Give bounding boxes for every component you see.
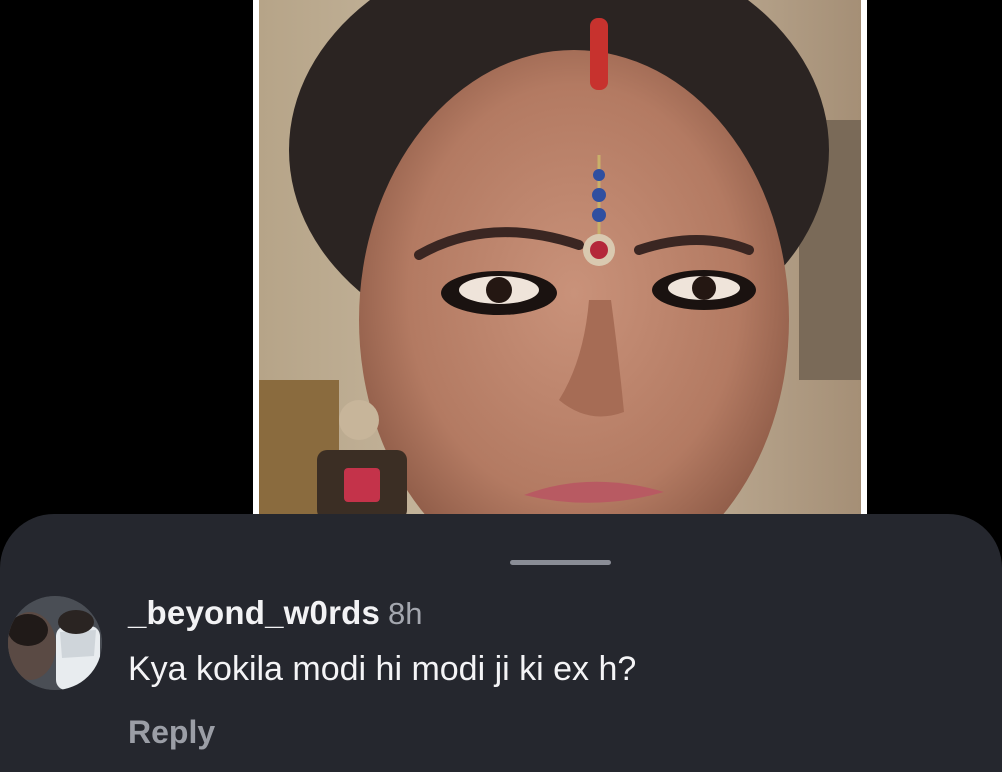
comment-text: Kya kokila modi hi modi ji ki ex h?	[128, 650, 637, 688]
comment-item: _beyond_w0rds 8h Kya kokila modi hi modi …	[0, 594, 1002, 764]
post-photo-icon	[259, 0, 861, 520]
comment-header: _beyond_w0rds 8h	[128, 594, 423, 632]
screen: _beyond_w0rds 8h Kya kokila modi hi modi …	[0, 0, 1002, 772]
reply-button[interactable]: Reply	[128, 714, 215, 751]
comment-username[interactable]: _beyond_w0rds	[128, 594, 380, 631]
sheet-grabber-handle[interactable]	[510, 560, 611, 565]
comment-timestamp: 8h	[388, 596, 423, 631]
comment-sheet: _beyond_w0rds 8h Kya kokila modi hi modi …	[0, 514, 1002, 772]
user-avatar-icon	[8, 596, 102, 690]
avatar[interactable]	[8, 596, 102, 690]
post-image[interactable]	[253, 0, 867, 520]
